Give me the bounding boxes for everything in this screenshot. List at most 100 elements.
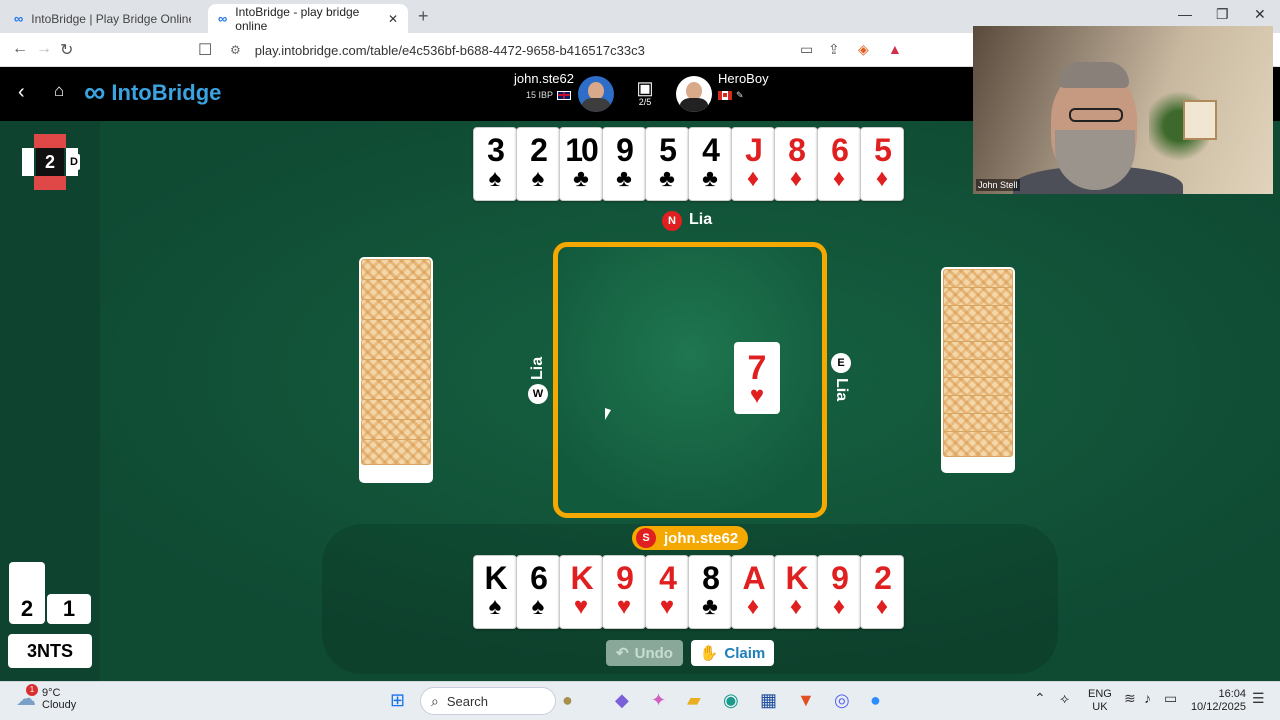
south-card[interactable]: 6 ♠ [516,555,560,629]
file-explorer-icon[interactable]: ▰ [687,690,701,711]
north-seat-badge: N [662,211,682,231]
reload-icon[interactable]: ↻ [60,40,73,60]
south-card[interactable]: 4 ♥ [645,555,689,629]
widget-icon[interactable]: ● [562,690,573,711]
language-indicator[interactable]: ENG UK [1088,688,1112,714]
paint-icon[interactable]: ◆ [615,690,629,711]
card-rank: 4 [659,560,677,596]
back-arrow-icon[interactable]: ‹ [18,81,25,104]
brave-rewards-icon[interactable]: ▲ [888,41,902,57]
north-card[interactable]: 2 ♠ [516,127,560,201]
start-icon[interactable]: ⊞ [390,690,405,711]
brave-shield-icon[interactable]: ◈ [858,41,869,58]
south-card[interactable]: K ♠ [473,555,517,629]
card-back [361,419,431,441]
tab-intobridge-home[interactable]: ∞ IntoBridge | Play Bridge Online - For [4,4,204,33]
east-seat-badge: E [831,353,851,373]
new-tab-button[interactable]: + [418,6,429,27]
edit-icon[interactable]: ✎ [736,90,744,101]
dealer-marker: D [68,154,80,170]
south-card[interactable]: 8 ♣ [688,555,732,629]
south-card[interactable]: 2 ♦ [860,555,904,629]
undo-button[interactable]: ↶ Undo [606,640,683,666]
trick-area [553,242,827,518]
battery-icon[interactable]: ▭ [1164,690,1177,707]
card-back [943,431,1013,457]
north-card[interactable]: 5 ♦ [860,127,904,201]
copilot-icon[interactable]: ✦ [651,690,666,711]
intobridge-logo[interactable]: ∞ IntoBridge [84,76,221,109]
north-card[interactable]: 4 ♣ [688,127,732,201]
edge-icon[interactable]: ◉ [723,690,739,711]
home-icon[interactable]: ⌂ [54,81,64,101]
card-rank: A [742,560,765,596]
card-back [361,319,431,341]
card-suit-icon: ♣ [659,165,675,192]
brave-icon[interactable]: ▼ [797,690,815,711]
south-card[interactable]: K ♥ [559,555,603,629]
card-suit-icon: ♠ [531,593,545,620]
card-back [361,379,431,401]
north-card[interactable]: 3 ♠ [473,127,517,201]
south-card[interactable]: A ♦ [731,555,775,629]
player1-avatar[interactable] [578,76,614,112]
card-back [361,279,431,301]
west-seat-badge: W [528,384,548,404]
site-info-icon[interactable]: ⚙ [230,43,241,57]
restore-icon[interactable]: ❐ [1216,6,1229,23]
north-card[interactable]: 9 ♣ [602,127,646,201]
share-icon[interactable]: ⇪ [828,41,840,58]
network-tray-icon[interactable]: ⟡ [1060,690,1069,707]
card-rank: K [785,560,808,596]
tab-intobridge-table[interactable]: ∞ IntoBridge - play bridge online ✕ [208,4,408,33]
board-number: 2 [36,148,64,176]
minimize-icon[interactable]: — [1178,6,1192,22]
north-card[interactable]: 10 ♣ [559,127,603,201]
player2-info: HeroBoy ✎ [718,71,769,101]
north-card[interactable]: J ♦ [731,127,775,201]
clock[interactable]: 16:04 10/12/2025 [1186,688,1246,714]
player2-avatar[interactable] [676,76,712,112]
card-rank: 6 [530,560,548,596]
south-hand: K ♠ 6 ♠ K ♥ 9 ♥ 4 ♥ 8 ♣ A ♦ K ♦ 9 ♦ 2 ♦ [473,555,907,629]
uk-flag-icon [557,90,572,100]
north-card[interactable]: 6 ♦ [817,127,861,201]
card-suit-icon: ♠ [488,593,502,620]
card-back [361,439,431,465]
volume-icon[interactable]: ♪ [1144,690,1151,706]
discord-icon[interactable]: ◎ [834,690,850,711]
notification-icon[interactable]: ☰ [1252,690,1265,707]
cast-icon[interactable]: ▭ [800,41,813,58]
bookmark-icon[interactable]: ☐ [198,40,212,60]
mouse-cursor [605,408,611,420]
wifi-icon[interactable]: ≋ [1124,690,1136,707]
back-icon[interactable]: ← [12,40,28,58]
card-rank: 2 [530,132,548,168]
tray-overflow-icon[interactable]: ⌃ [1034,690,1046,707]
west-hand [359,257,433,483]
video-call-overlay[interactable]: John Stell [973,26,1273,194]
south-card[interactable]: 9 ♦ [817,555,861,629]
tab-title: IntoBridge | Play Bridge Online - For [31,11,191,26]
north-card[interactable]: 5 ♣ [645,127,689,201]
card-rank: K [484,560,507,596]
zoom-icon[interactable]: ● [870,690,881,711]
close-tab-icon[interactable]: ✕ [388,12,398,26]
south-card[interactable]: 9 ♥ [602,555,646,629]
infinity-logo-icon: ∞ [84,76,106,109]
search-icon: ⌕ [431,692,439,709]
store-icon[interactable]: ▦ [760,690,777,711]
north-card[interactable]: 8 ♦ [774,127,818,201]
undo-icon: ↶ [616,645,629,662]
claim-button[interactable]: ✋ Claim [691,640,774,666]
card-rank: 5 [659,132,677,168]
intobridge-favicon-icon: ∞ [218,11,228,26]
forward-icon[interactable]: → [36,40,52,58]
close-window-icon[interactable]: ✕ [1254,6,1266,23]
card-rank: 3 [487,132,505,168]
weather-widget[interactable]: ☁ 1 9°C Cloudy [16,684,76,711]
taskbar-search[interactable]: ⌕ Search [420,687,556,715]
card-rank: 6 [831,132,849,168]
card-rank: 4 [702,132,720,168]
south-card[interactable]: K ♦ [774,555,818,629]
